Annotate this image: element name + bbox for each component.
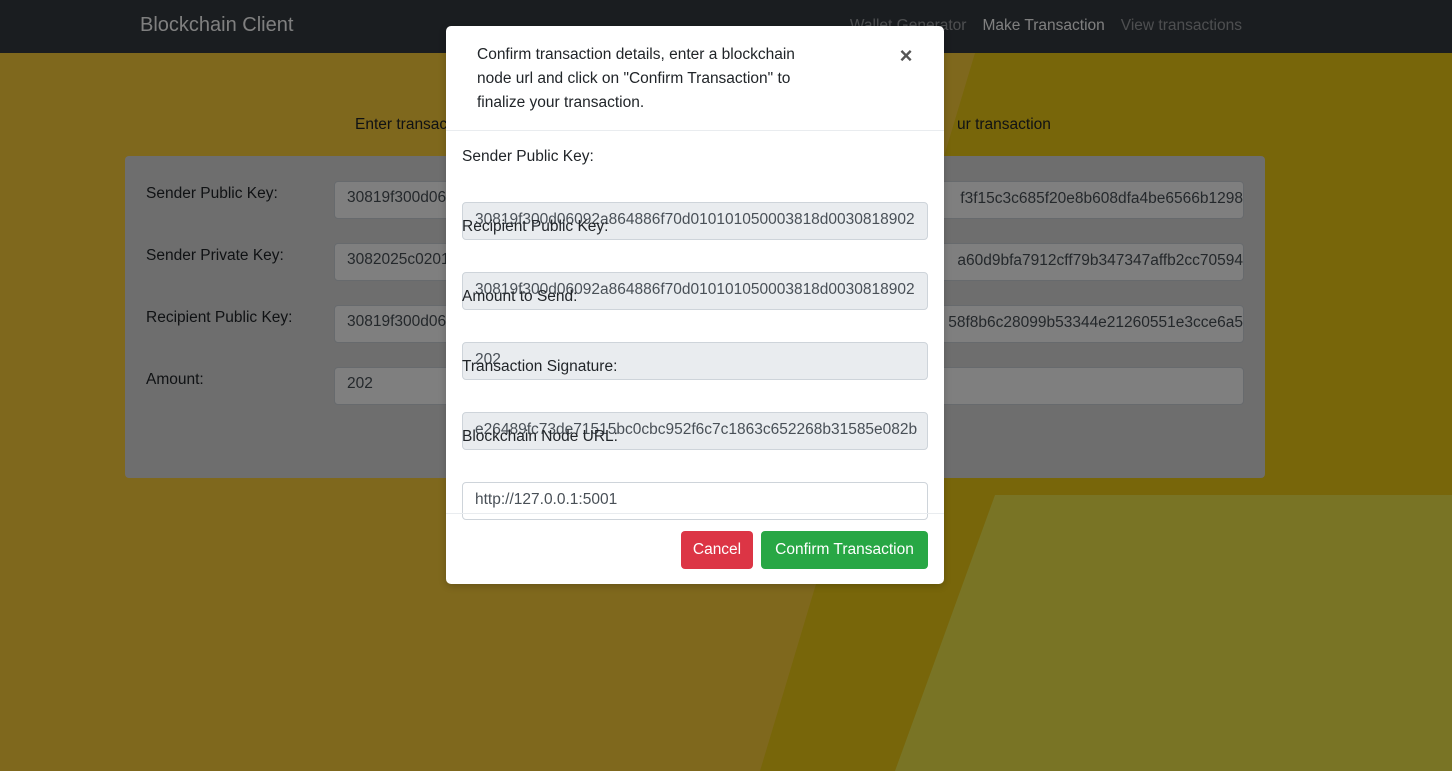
confirm-transaction-modal: Confirm transaction details, enter a blo…: [446, 26, 944, 584]
cancel-button[interactable]: Cancel: [681, 531, 753, 569]
confirm-amount-label: Amount to Send:: [462, 288, 578, 305]
confirm-sender-public-key-label: Sender Public Key:: [462, 148, 594, 165]
confirm-recipient-public-key-label: Recipient Public Key:: [462, 218, 609, 235]
modal-header: Confirm transaction details, enter a blo…: [446, 26, 944, 131]
close-icon[interactable]: ×: [896, 43, 916, 69]
confirm-transaction-button[interactable]: Confirm Transaction: [761, 531, 928, 569]
transaction-signature-label: Transaction Signature:: [462, 358, 618, 375]
modal-title: Confirm transaction details, enter a blo…: [477, 46, 795, 111]
node-url-label: Blockchain Node URL:: [462, 428, 618, 445]
modal-footer: Cancel Confirm Transaction: [446, 513, 944, 584]
